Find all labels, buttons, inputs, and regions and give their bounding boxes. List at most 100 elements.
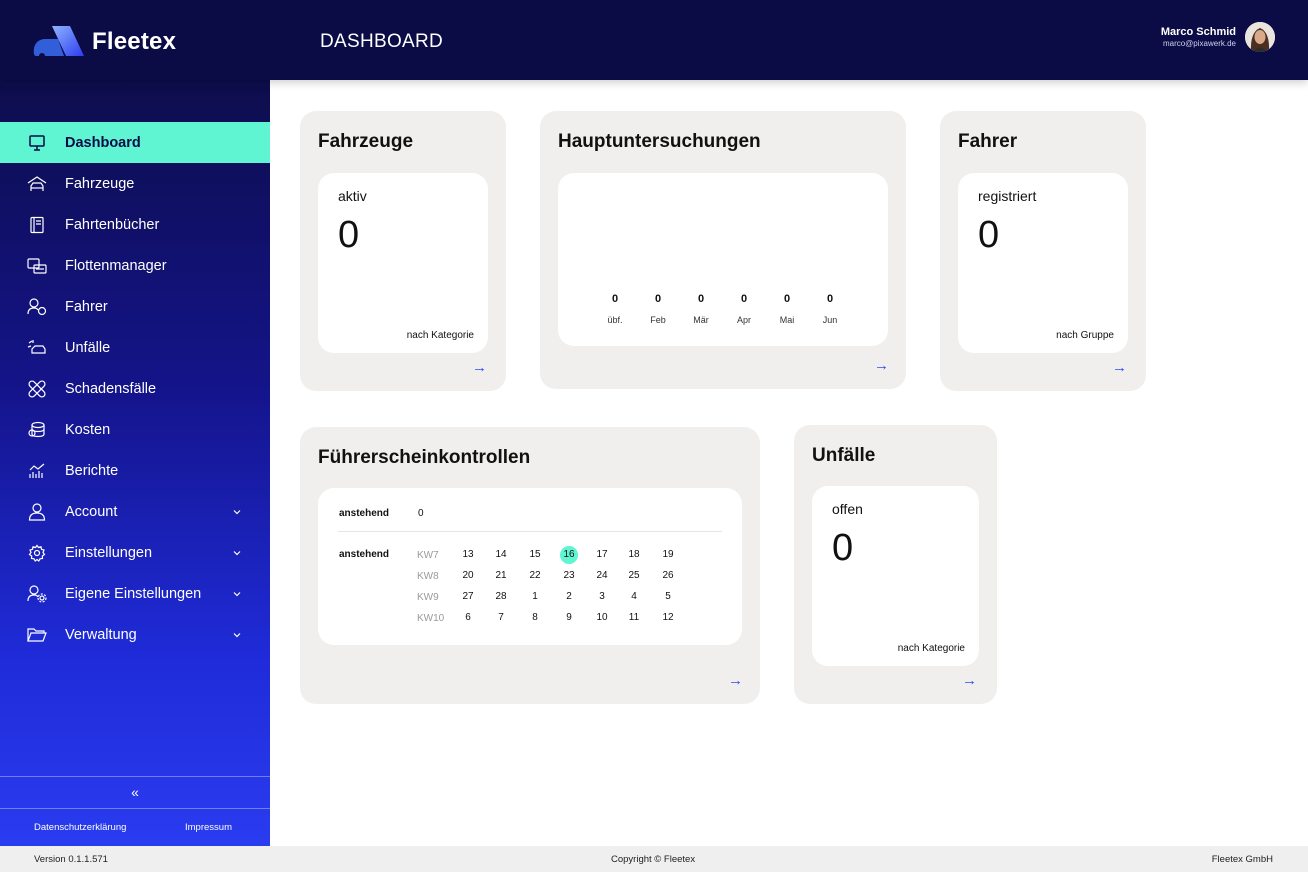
calendar-day[interactable]: 27 xyxy=(459,588,477,606)
calendar-day[interactable]: 18 xyxy=(625,546,643,564)
avatar[interactable] xyxy=(1245,22,1275,52)
group-link[interactable]: nach Gruppe xyxy=(1056,330,1114,341)
arrow-right-icon[interactable]: → xyxy=(1112,359,1127,376)
version-text: Version 0.1.1.571 xyxy=(34,854,108,865)
logbook-icon xyxy=(27,215,47,235)
imprint-link[interactable]: Impressum xyxy=(185,822,232,833)
stat-label: aktiv xyxy=(338,188,367,204)
card-unfaelle: Unfälle offen 0 nach Kategorie → xyxy=(794,425,997,704)
sidebar-item-label: Eigene Einstellungen xyxy=(65,585,202,602)
calendar-day[interactable]: 5 xyxy=(659,588,677,606)
inspection-label: Jun xyxy=(822,315,838,325)
stat-box: aktiv 0 nach Kategorie xyxy=(318,173,488,353)
calendar-day[interactable]: 11 xyxy=(625,609,643,627)
chevron-down-icon[interactable] xyxy=(232,546,242,562)
calendar-day[interactable]: 7 xyxy=(492,609,510,627)
card-fuehrerscheinkontrollen: Führerscheinkontrollen anstehend 0 anste… xyxy=(300,427,760,704)
chevron-down-icon[interactable] xyxy=(232,587,242,603)
inspection-value: 0 xyxy=(783,293,791,305)
card-title: Fahrzeuge xyxy=(318,131,414,152)
stat-value: 0 xyxy=(978,214,1000,256)
calendar-day[interactable]: 3 xyxy=(593,588,611,606)
sidebar-item-dashboard[interactable]: Dashboard xyxy=(0,122,270,163)
sidebar-item-berichte[interactable]: Berichte xyxy=(0,450,270,491)
sidebar-item-label: Account xyxy=(65,503,118,520)
sidebar-item-label: Verwaltung xyxy=(65,626,137,643)
folder-icon xyxy=(27,625,47,645)
calendar-day[interactable]: 17 xyxy=(593,546,611,564)
calendar-day[interactable]: 28 xyxy=(492,588,510,606)
calendar-day[interactable]: 22 xyxy=(526,567,544,585)
arrow-right-icon[interactable]: → xyxy=(472,359,487,376)
stat-value: 0 xyxy=(338,214,360,256)
calendar-day-today[interactable]: 16 xyxy=(560,546,578,564)
logo[interactable]: Fleetex xyxy=(32,24,176,60)
calendar-day[interactable]: 4 xyxy=(625,588,643,606)
inspection-value: 0 xyxy=(826,293,834,305)
accident-icon xyxy=(27,338,47,358)
calendar-day[interactable]: 9 xyxy=(560,609,578,627)
sidebar-item-unfaelle[interactable]: Unfälle xyxy=(0,327,270,368)
calendar-day[interactable]: 21 xyxy=(492,567,510,585)
calendar-day[interactable]: 20 xyxy=(459,567,477,585)
inspection-label: übf. xyxy=(607,315,623,325)
chevron-down-icon[interactable] xyxy=(232,505,242,521)
calendar-day[interactable]: 19 xyxy=(659,546,677,564)
stat-box: offen 0 nach Kategorie xyxy=(812,486,979,666)
sidebar-item-label: Schadensfälle xyxy=(65,380,157,397)
sidebar-item-kosten[interactable]: Kosten xyxy=(0,409,270,450)
sidebar-item-label: Flottenmanager xyxy=(65,257,167,274)
copyright-text: Copyright © Fleetex xyxy=(611,854,696,865)
arrow-right-icon[interactable]: → xyxy=(728,672,743,689)
sidebar-item-eigene-einstellungen[interactable]: Eigene Einstellungen xyxy=(0,573,270,614)
calendar-day[interactable]: 13 xyxy=(459,546,477,564)
calendar-day[interactable]: 6 xyxy=(459,609,477,627)
stat-label: offen xyxy=(832,501,863,517)
card-title: Führerscheinkontrollen xyxy=(318,447,531,468)
sidebar-item-fahrer[interactable]: Fahrer xyxy=(0,286,270,327)
calendar-day[interactable]: 12 xyxy=(659,609,677,627)
chart-icon xyxy=(27,461,47,481)
calendar-day[interactable]: 10 xyxy=(593,609,611,627)
logo-car-icon xyxy=(33,26,84,59)
sidebar-item-label: Fahrzeuge xyxy=(65,175,135,192)
calendar-day[interactable]: 2 xyxy=(560,588,578,606)
stat-box: registriert 0 nach Gruppe xyxy=(958,173,1128,353)
calendar-day[interactable]: 23 xyxy=(560,567,578,585)
top-bar: Fleetex DASHBOARD Marco Schmid marco@pix… xyxy=(0,0,1308,80)
calendar-day[interactable]: 26 xyxy=(659,567,677,585)
driver-icon xyxy=(27,297,47,317)
calendar-day[interactable]: 8 xyxy=(526,609,544,627)
privacy-link[interactable]: Datenschutzerklärung xyxy=(34,822,126,833)
arrow-right-icon[interactable]: → xyxy=(874,357,889,374)
calendar-day[interactable]: 1 xyxy=(526,588,544,606)
sidebar: Dashboard Fahrzeuge Fahrtenbücher Flotte… xyxy=(0,80,270,846)
arrow-right-icon[interactable]: → xyxy=(962,672,977,689)
card-title: Unfälle xyxy=(812,445,876,466)
sidebar-collapse-button[interactable]: « xyxy=(0,776,270,809)
bandage-icon xyxy=(27,379,47,399)
user-name: Marco Schmid xyxy=(1160,26,1236,38)
sidebar-item-flottenmanager[interactable]: Flottenmanager xyxy=(0,245,270,286)
pending-label: anstehend xyxy=(339,508,390,519)
calendar-day[interactable]: 24 xyxy=(593,567,611,585)
sidebar-item-fahrtenbuecher[interactable]: Fahrtenbücher xyxy=(0,204,270,245)
inspection-value: 0 xyxy=(654,293,662,305)
sidebar-item-label: Fahrer xyxy=(65,298,108,315)
calendar-day[interactable]: 25 xyxy=(625,567,643,585)
user-menu[interactable]: Marco Schmid marco@pixawerk.de xyxy=(1161,22,1275,52)
inspection-value: 0 xyxy=(697,293,705,305)
sidebar-item-einstellungen[interactable]: Einstellungen xyxy=(0,532,270,573)
sidebar-nav: Dashboard Fahrzeuge Fahrtenbücher Flotte… xyxy=(0,122,270,655)
calendar-day[interactable]: 15 xyxy=(526,546,544,564)
sidebar-item-schadensfaelle[interactable]: Schadensfälle xyxy=(0,368,270,409)
week-label: KW8 xyxy=(417,571,439,582)
calendar-day[interactable]: 14 xyxy=(492,546,510,564)
category-link[interactable]: nach Kategorie xyxy=(898,643,965,654)
sidebar-item-fahrzeuge[interactable]: Fahrzeuge xyxy=(0,163,270,204)
chevron-down-icon[interactable] xyxy=(232,628,242,644)
sidebar-item-verwaltung[interactable]: Verwaltung xyxy=(0,614,270,655)
inspection-label: Mai xyxy=(779,315,795,325)
category-link[interactable]: nach Kategorie xyxy=(407,330,474,341)
sidebar-item-account[interactable]: Account xyxy=(0,491,270,532)
